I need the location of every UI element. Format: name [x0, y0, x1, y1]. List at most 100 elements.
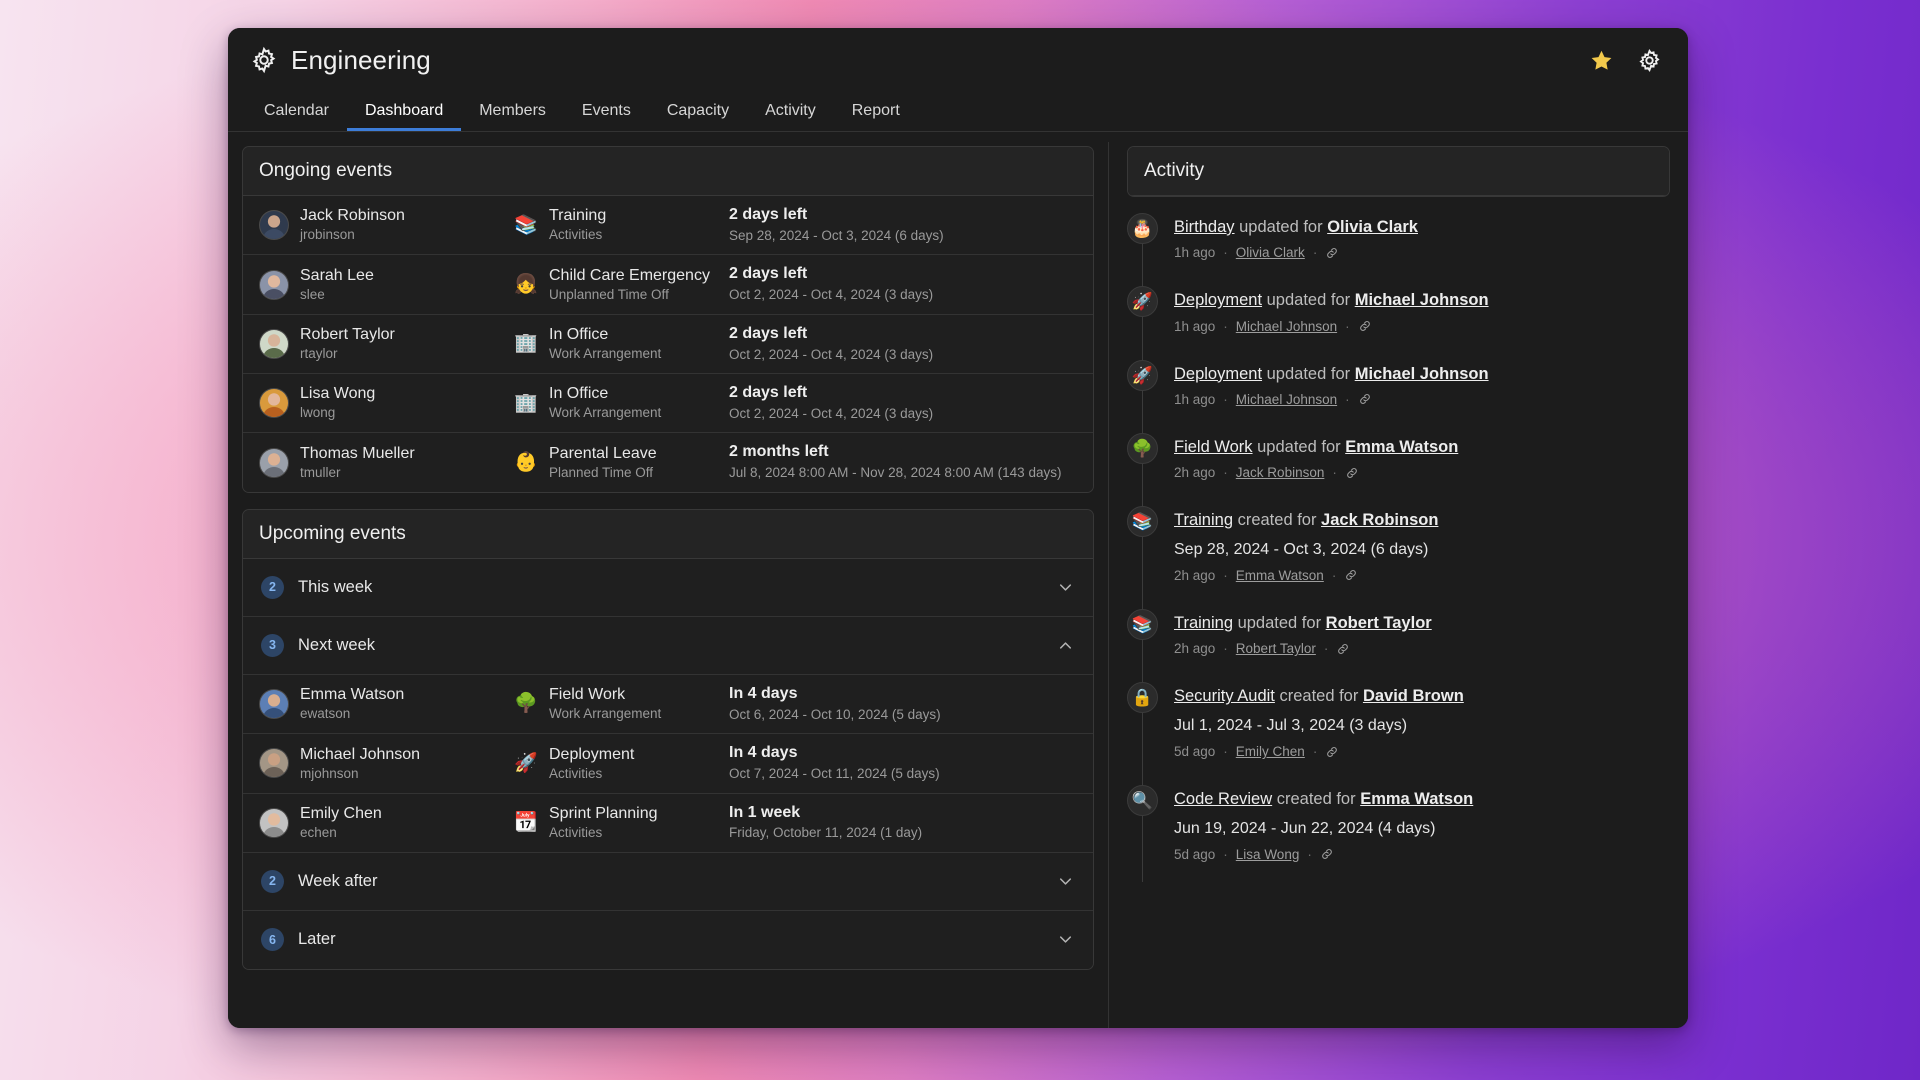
activity-author-link[interactable]: Jack Robinson [1236, 465, 1325, 480]
activity-target-link[interactable]: Emma Watson [1360, 790, 1473, 808]
ongoing-events-card: Ongoing events Jack Robinson jrobinson 📚 Tr… [242, 146, 1094, 493]
activity-body: Field Work updated for Emma Watson 2h ago… [1174, 433, 1670, 480]
activity-author-link[interactable]: Emma Watson [1236, 568, 1324, 583]
activity-author-link[interactable]: Olivia Clark [1236, 245, 1305, 260]
event-row[interactable]: Emma Watson ewatson 🌳 Field Work Work Arrang… [243, 675, 1093, 735]
chevron-down-icon[interactable] [1056, 578, 1075, 597]
event-row[interactable]: Lisa Wong lwong 🏢 In Office Work Arrangement… [243, 374, 1093, 434]
activity-target-link[interactable]: Emma Watson [1345, 438, 1458, 456]
activity-item: 📚 Training updated for Robert Taylor 2h ag… [1127, 608, 1670, 682]
meta-separator-2: · [1332, 465, 1337, 481]
person-name: Emily Chen [300, 804, 382, 822]
event-name: Deployment [549, 745, 635, 763]
event-person: Emily Chen echen [259, 804, 514, 842]
activity-date-range: Jun 19, 2024 - Jun 22, 2024 (4 days) [1174, 820, 1436, 838]
activity-target-link[interactable]: Jack Robinson [1321, 511, 1438, 529]
activity-subject-link[interactable]: Deployment [1174, 291, 1262, 309]
activity-type-icon: 🌳 [1127, 432, 1158, 464]
activity-author-link[interactable]: Emily Chen [1236, 744, 1305, 759]
chevron-down-icon[interactable] [1056, 872, 1075, 891]
activity-subject-link[interactable]: Field Work [1174, 438, 1253, 456]
tab-capacity[interactable]: Capacity [649, 103, 747, 131]
tab-events[interactable]: Events [564, 103, 649, 131]
activity-item: 🔍 Code Review created for Emma Watson Jun … [1127, 785, 1670, 888]
link-icon[interactable] [1336, 642, 1350, 656]
event-type-icon: 🌳 [514, 693, 538, 715]
activity-type-icon: 🚀 [1127, 359, 1158, 391]
event-date-range: Oct 6, 2024 - Oct 10, 2024 (5 days) [729, 706, 941, 722]
dashboard-content: Ongoing events Jack Robinson jrobinson 📚 Tr… [228, 132, 1688, 1028]
link-icon[interactable] [1325, 745, 1339, 759]
activity-headline: Deployment updated for Michael Johnson [1174, 363, 1670, 385]
link-icon[interactable] [1344, 568, 1358, 582]
activity-subject-link[interactable]: Security Audit [1174, 687, 1275, 705]
activity-subject-link[interactable]: Code Review [1174, 790, 1272, 808]
title-bar: Engineering [228, 28, 1688, 92]
tab-report[interactable]: Report [834, 103, 918, 131]
activity-target-link[interactable]: Michael Johnson [1355, 365, 1489, 383]
event-row[interactable]: Jack Robinson jrobinson 📚 Training Activitie… [243, 196, 1093, 256]
link-icon[interactable] [1325, 246, 1339, 260]
activity-subject-link[interactable]: Deployment [1174, 365, 1262, 383]
meta-separator: · [1223, 744, 1228, 760]
activity-subject-link[interactable]: Training [1174, 511, 1233, 529]
activity-target-link[interactable]: Michael Johnson [1355, 291, 1489, 309]
activity-target-link[interactable]: Robert Taylor [1326, 614, 1432, 632]
settings-gear-icon[interactable] [1636, 47, 1662, 73]
tab-dashboard[interactable]: Dashboard [346, 103, 462, 131]
activity-subject-link[interactable]: Training [1174, 614, 1233, 632]
activity-author-link[interactable]: Michael Johnson [1236, 392, 1337, 407]
tab-activity[interactable]: Activity [747, 103, 834, 131]
activity-subject-link[interactable]: Birthday [1174, 218, 1235, 236]
upcoming-events-card: Upcoming events 2 This week 3 Next week Emma… [242, 508, 1094, 970]
link-icon[interactable] [1320, 847, 1334, 861]
tab-members[interactable]: Members [461, 103, 564, 131]
event-name: Child Care Emergency [549, 266, 710, 284]
star-icon[interactable] [1588, 47, 1614, 73]
activity-time: 5d ago [1174, 846, 1216, 862]
chevron-up-icon[interactable] [1056, 636, 1075, 655]
activity-author-link[interactable]: Robert Taylor [1236, 641, 1316, 656]
event-time-left: 2 days left [729, 206, 808, 223]
activity-card-header: Activity [1127, 146, 1670, 197]
event-type: 🌳 Field Work Work Arrangement [514, 685, 729, 723]
link-icon[interactable] [1358, 319, 1372, 333]
meta-separator-2: · [1312, 245, 1318, 261]
meta-separator-2: · [1323, 641, 1329, 657]
activity-item: 🚀 Deployment updated for Michael Johnson 1… [1127, 359, 1670, 433]
activity-author-link[interactable]: Michael Johnson [1236, 319, 1337, 334]
event-row[interactable]: Michael Johnson mjohnson 🚀 Deployment Activi… [243, 734, 1093, 794]
event-row[interactable]: Robert Taylor rtaylor 🏢 In Office Work Arran… [243, 315, 1093, 375]
meta-separator-2: · [1345, 318, 1350, 334]
link-icon[interactable] [1358, 392, 1372, 406]
title-left-group: Engineering [250, 45, 431, 76]
event-category: Work Arrangement [549, 346, 662, 362]
person-text: Robert Taylor rtaylor [300, 325, 395, 363]
activity-time: 5d ago [1174, 744, 1216, 760]
event-time-left: 2 months left [729, 443, 829, 461]
left-column: Ongoing events Jack Robinson jrobinson 📚 Tr… [228, 132, 1108, 1028]
event-row[interactable]: Sarah Lee slee 👧 Child Care Emergency Unplan… [243, 255, 1093, 315]
activity-target-link[interactable]: David Brown [1363, 687, 1464, 705]
link-icon[interactable] [1345, 466, 1359, 480]
avatar [259, 807, 289, 838]
event-type: 📆 Sprint Planning Activities [514, 804, 729, 842]
accordion-header-this-week[interactable]: 2 This week [243, 559, 1093, 617]
event-type-icon: 🏢 [514, 333, 538, 355]
accordion-header-later[interactable]: 6 Later [243, 911, 1093, 969]
accordion-header-next-week[interactable]: 3 Next week [243, 617, 1093, 675]
event-type: 🏢 In Office Work Arrangement [514, 384, 729, 422]
activity-author-link[interactable]: Lisa Wong [1236, 847, 1300, 862]
activity-body: Birthday updated for Olivia Clark 1h ago ·… [1174, 213, 1670, 260]
chevron-down-icon[interactable] [1056, 930, 1075, 949]
accordion-header-week-after[interactable]: 2 Week after [243, 853, 1093, 911]
event-row[interactable]: Emily Chen echen 📆 Sprint Planning Activitie… [243, 794, 1093, 852]
event-date-range: Friday, October 11, 2024 (1 day) [729, 825, 923, 841]
tab-calendar[interactable]: Calendar [246, 103, 347, 131]
activity-meta: 5d ago · Emily Chen · [1174, 744, 1670, 759]
event-type-icon: 🏢 [514, 392, 538, 414]
event-date-range: Jul 8, 2024 8:00 AM - Nov 28, 2024 8:00 … [729, 465, 1062, 481]
event-row[interactable]: Thomas Mueller tmuller 👶 Parental Leave Plan… [243, 433, 1093, 491]
event-category: Activities [549, 765, 603, 781]
activity-target-link[interactable]: Olivia Clark [1327, 218, 1418, 236]
